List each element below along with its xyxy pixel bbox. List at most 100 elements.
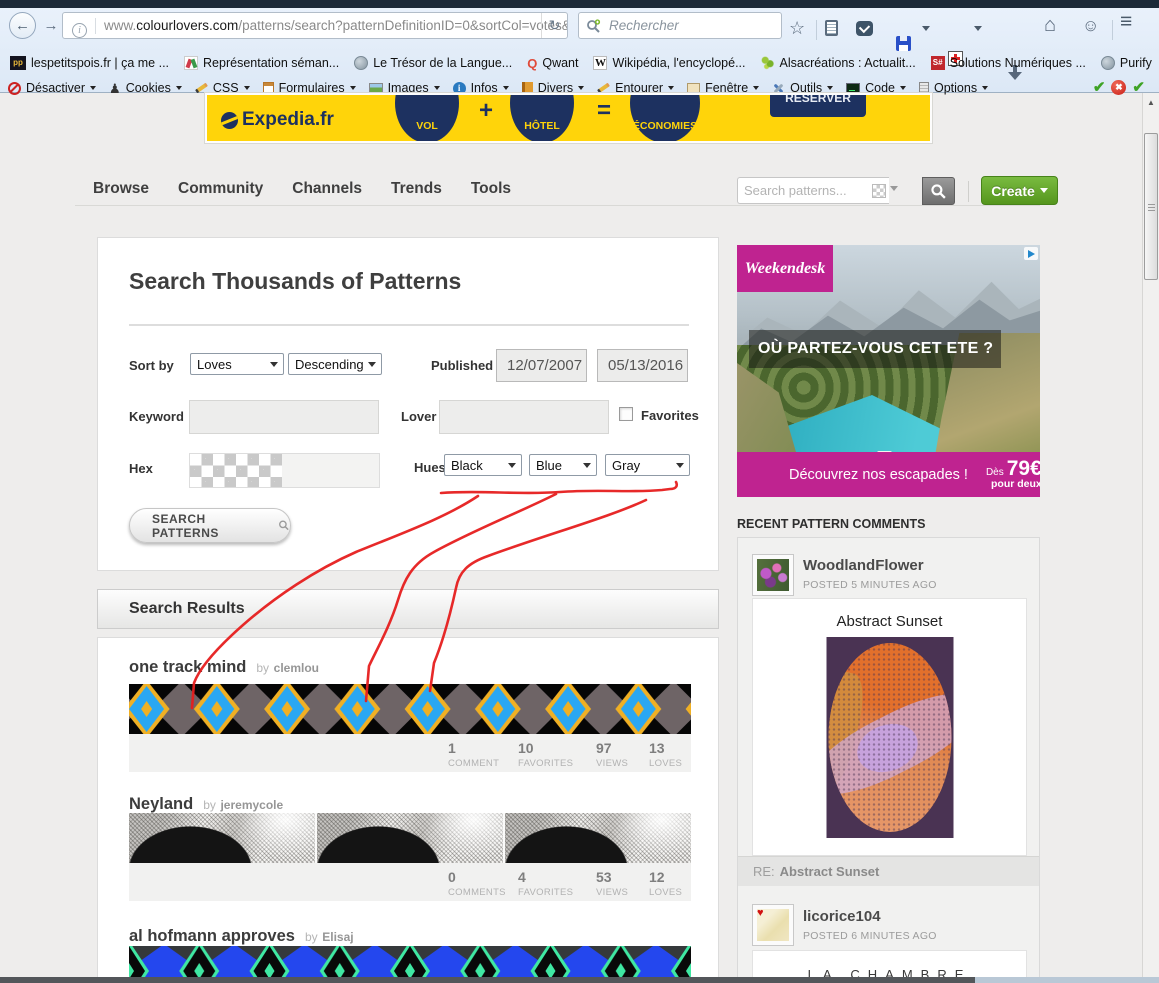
avatar[interactable] <box>752 554 794 596</box>
bookmark-item[interactable]: Alsacréations : Actualit... <box>761 56 916 70</box>
hue2-select[interactable]: Blue <box>529 454 597 476</box>
result-title[interactable]: one track mindby clemlou <box>129 658 319 677</box>
hex-input[interactable] <box>282 453 380 488</box>
avatar[interactable]: ♥ <box>752 904 794 946</box>
caret-down-icon <box>753 86 759 93</box>
result-stats: 1COMMENT 10FAVORITES 97VIEWS 13LOVES <box>129 734 691 772</box>
caret-down-icon <box>244 86 250 93</box>
comment-username[interactable]: WoodlandFlower <box>803 557 924 574</box>
browser-window: ← → iwww.colourlovers.com/patterns/searc… <box>0 0 1159 983</box>
nav-community[interactable]: Community <box>178 180 263 198</box>
sort-select[interactable]: Loves <box>190 353 284 375</box>
feedback-smiley-icon[interactable]: ☺ <box>1082 16 1099 36</box>
caret-down-icon <box>900 86 906 93</box>
home-icon[interactable]: ⌂ <box>1044 14 1056 37</box>
bookmarks-bar: pplespetitspois.fr | ça me ... Représent… <box>0 51 1159 75</box>
bookmark-item[interactable]: WWikipédia, l'encyclopé... <box>593 56 745 70</box>
devbar-disable-menu[interactable]: Désactiver <box>8 81 96 95</box>
weekendesk-ad[interactable]: OÙ PARTEZ-VOUS CET ETE ? Weekendesk Déco… <box>737 245 1040 497</box>
comment-reference[interactable]: RE:Abstract Sunset <box>738 856 1039 886</box>
search-patterns-button[interactable]: SEARCH PATTERNS <box>129 508 291 543</box>
result-title[interactable]: al hofmann approvesby Elisaj <box>129 927 354 946</box>
pattern-search-input[interactable] <box>737 177 889 204</box>
date-from-field[interactable]: 12/07/2007 <box>496 349 587 382</box>
reload-icon[interactable]: ↻ <box>541 13 567 38</box>
scrollbar-up-arrow[interactable]: ▲ <box>1143 95 1159 110</box>
menu-hamburger-icon[interactable]: ≡ <box>1120 10 1132 34</box>
ad-cta-band[interactable]: Découvrez nos escapades ! Dès79€ pour de… <box>737 452 1040 497</box>
hues-label: Hues <box>414 460 446 475</box>
results-header: Search Results <box>97 589 719 629</box>
nav-tools[interactable]: Tools <box>471 180 511 198</box>
browser-search-box[interactable]: Rechercher <box>578 12 782 39</box>
ad-headline: OÙ PARTEZ-VOUS CET ETE ? <box>749 330 1001 368</box>
nav-channels[interactable]: Channels <box>292 180 362 198</box>
pattern-image[interactable] <box>129 813 691 863</box>
nav-trends[interactable]: Trends <box>391 180 442 198</box>
create-button[interactable]: Create <box>981 176 1058 205</box>
lover-label: Lover <box>401 409 436 424</box>
caret-down-icon <box>176 86 182 93</box>
pattern-type-dropdown[interactable] <box>872 181 910 200</box>
bookmark-item[interactable]: QQwant <box>527 56 578 71</box>
abstract-sunset-pattern-image[interactable] <box>826 637 953 838</box>
bookmark-item[interactable]: Représentation séman... <box>184 56 339 70</box>
recent-comments-header: RECENT PATTERN COMMENTS <box>737 517 925 531</box>
pattern-search-button[interactable] <box>922 177 955 205</box>
scrollbar[interactable]: ▲ <box>1142 93 1159 983</box>
bookmark-item[interactable]: S#Solutions Numériques ... <box>931 56 1086 70</box>
url-bar[interactable]: iwww.colourlovers.com/patterns/search?pa… <box>62 12 568 39</box>
url-domain: colourlovers.com <box>136 18 238 33</box>
keyword-input[interactable] <box>189 400 379 434</box>
date-to-field[interactable]: 05/13/2016 <box>597 349 688 382</box>
pocket-icon[interactable] <box>856 21 873 36</box>
bookmark-item[interactable]: pplespetitspois.fr | ça me ... <box>10 56 169 70</box>
reader-list-icon[interactable] <box>825 20 838 36</box>
favorites-checkbox[interactable] <box>619 407 633 421</box>
search-form-card: Search Thousands of Patterns Sort by Lov… <box>97 237 719 571</box>
bookmark-star-icon[interactable]: ☆ <box>789 18 805 39</box>
browser-chrome: ← → iwww.colourlovers.com/patterns/searc… <box>0 8 1159 93</box>
results-card: one track mindby clemlou 1COMMENT 10FAVO… <box>97 637 719 983</box>
scrollbar-thumb[interactable] <box>1144 133 1158 280</box>
stat-favorites: 10FAVORITES <box>518 740 590 769</box>
hex-transparency-swatch[interactable] <box>189 453 282 488</box>
comment-username[interactable]: licorice104 <box>803 908 881 925</box>
back-button[interactable]: ← <box>9 12 36 39</box>
bookmark-item[interactable]: Le Trésor de la Langue... <box>354 56 512 70</box>
banner-vol-circle: 7VOL <box>395 93 459 143</box>
forward-button[interactable]: → <box>40 15 62 37</box>
nav-browse[interactable]: Browse <box>93 180 149 198</box>
back-arrow-icon: ← <box>15 17 30 34</box>
alsacreations-favicon <box>761 56 775 70</box>
keyword-label: Keyword <box>129 409 184 424</box>
order-select[interactable]: Descending <box>288 353 382 375</box>
caret-down-icon <box>827 86 833 93</box>
reserver-button[interactable]: RÉSERVER <box>770 93 866 117</box>
adchoices-icon[interactable] <box>1024 247 1038 260</box>
pattern-title[interactable]: Abstract Sunset <box>753 613 1026 630</box>
devbar-cookies-menu[interactable]: ♟Cookies <box>109 81 182 95</box>
published-label: Published <box>431 358 493 373</box>
clipper-dropdown-caret-icon[interactable] <box>974 26 982 35</box>
site-info-icon[interactable]: i <box>72 23 87 38</box>
expedia-banner-ad[interactable]: Expedia.fr 7VOL + HÔTEL = ÉCONOMIES RÉSE… <box>205 93 932 143</box>
error-icon[interactable]: ✖ <box>1111 80 1126 95</box>
bookmark-item[interactable]: Purify <box>1101 56 1152 70</box>
save-icon[interactable] <box>896 36 911 51</box>
hue3-select[interactable]: Gray <box>605 454 690 476</box>
url-path: /patterns/search?patternDefinitionID=0&s… <box>238 18 568 33</box>
hue1-select[interactable]: Black <box>444 454 522 476</box>
comment-timestamp: POSTED 5 MINUTES AGO <box>803 579 937 591</box>
caret-down-icon <box>270 362 278 371</box>
pattern-swatch-icon <box>872 184 886 198</box>
ad-price: Dès79€ pour deux <box>986 460 1040 490</box>
result-title[interactable]: Neylandby jeremycole <box>129 795 283 814</box>
lover-input[interactable] <box>439 400 609 434</box>
result-author[interactable]: jeremycole <box>220 798 283 812</box>
pattern-image[interactable] <box>129 684 691 734</box>
result-author[interactable]: clemlou <box>274 661 319 675</box>
save-dropdown-caret-icon[interactable] <box>922 26 930 35</box>
result-author[interactable]: Elisaj <box>322 930 353 944</box>
check-icon[interactable]: ✔ <box>1093 78 1106 96</box>
